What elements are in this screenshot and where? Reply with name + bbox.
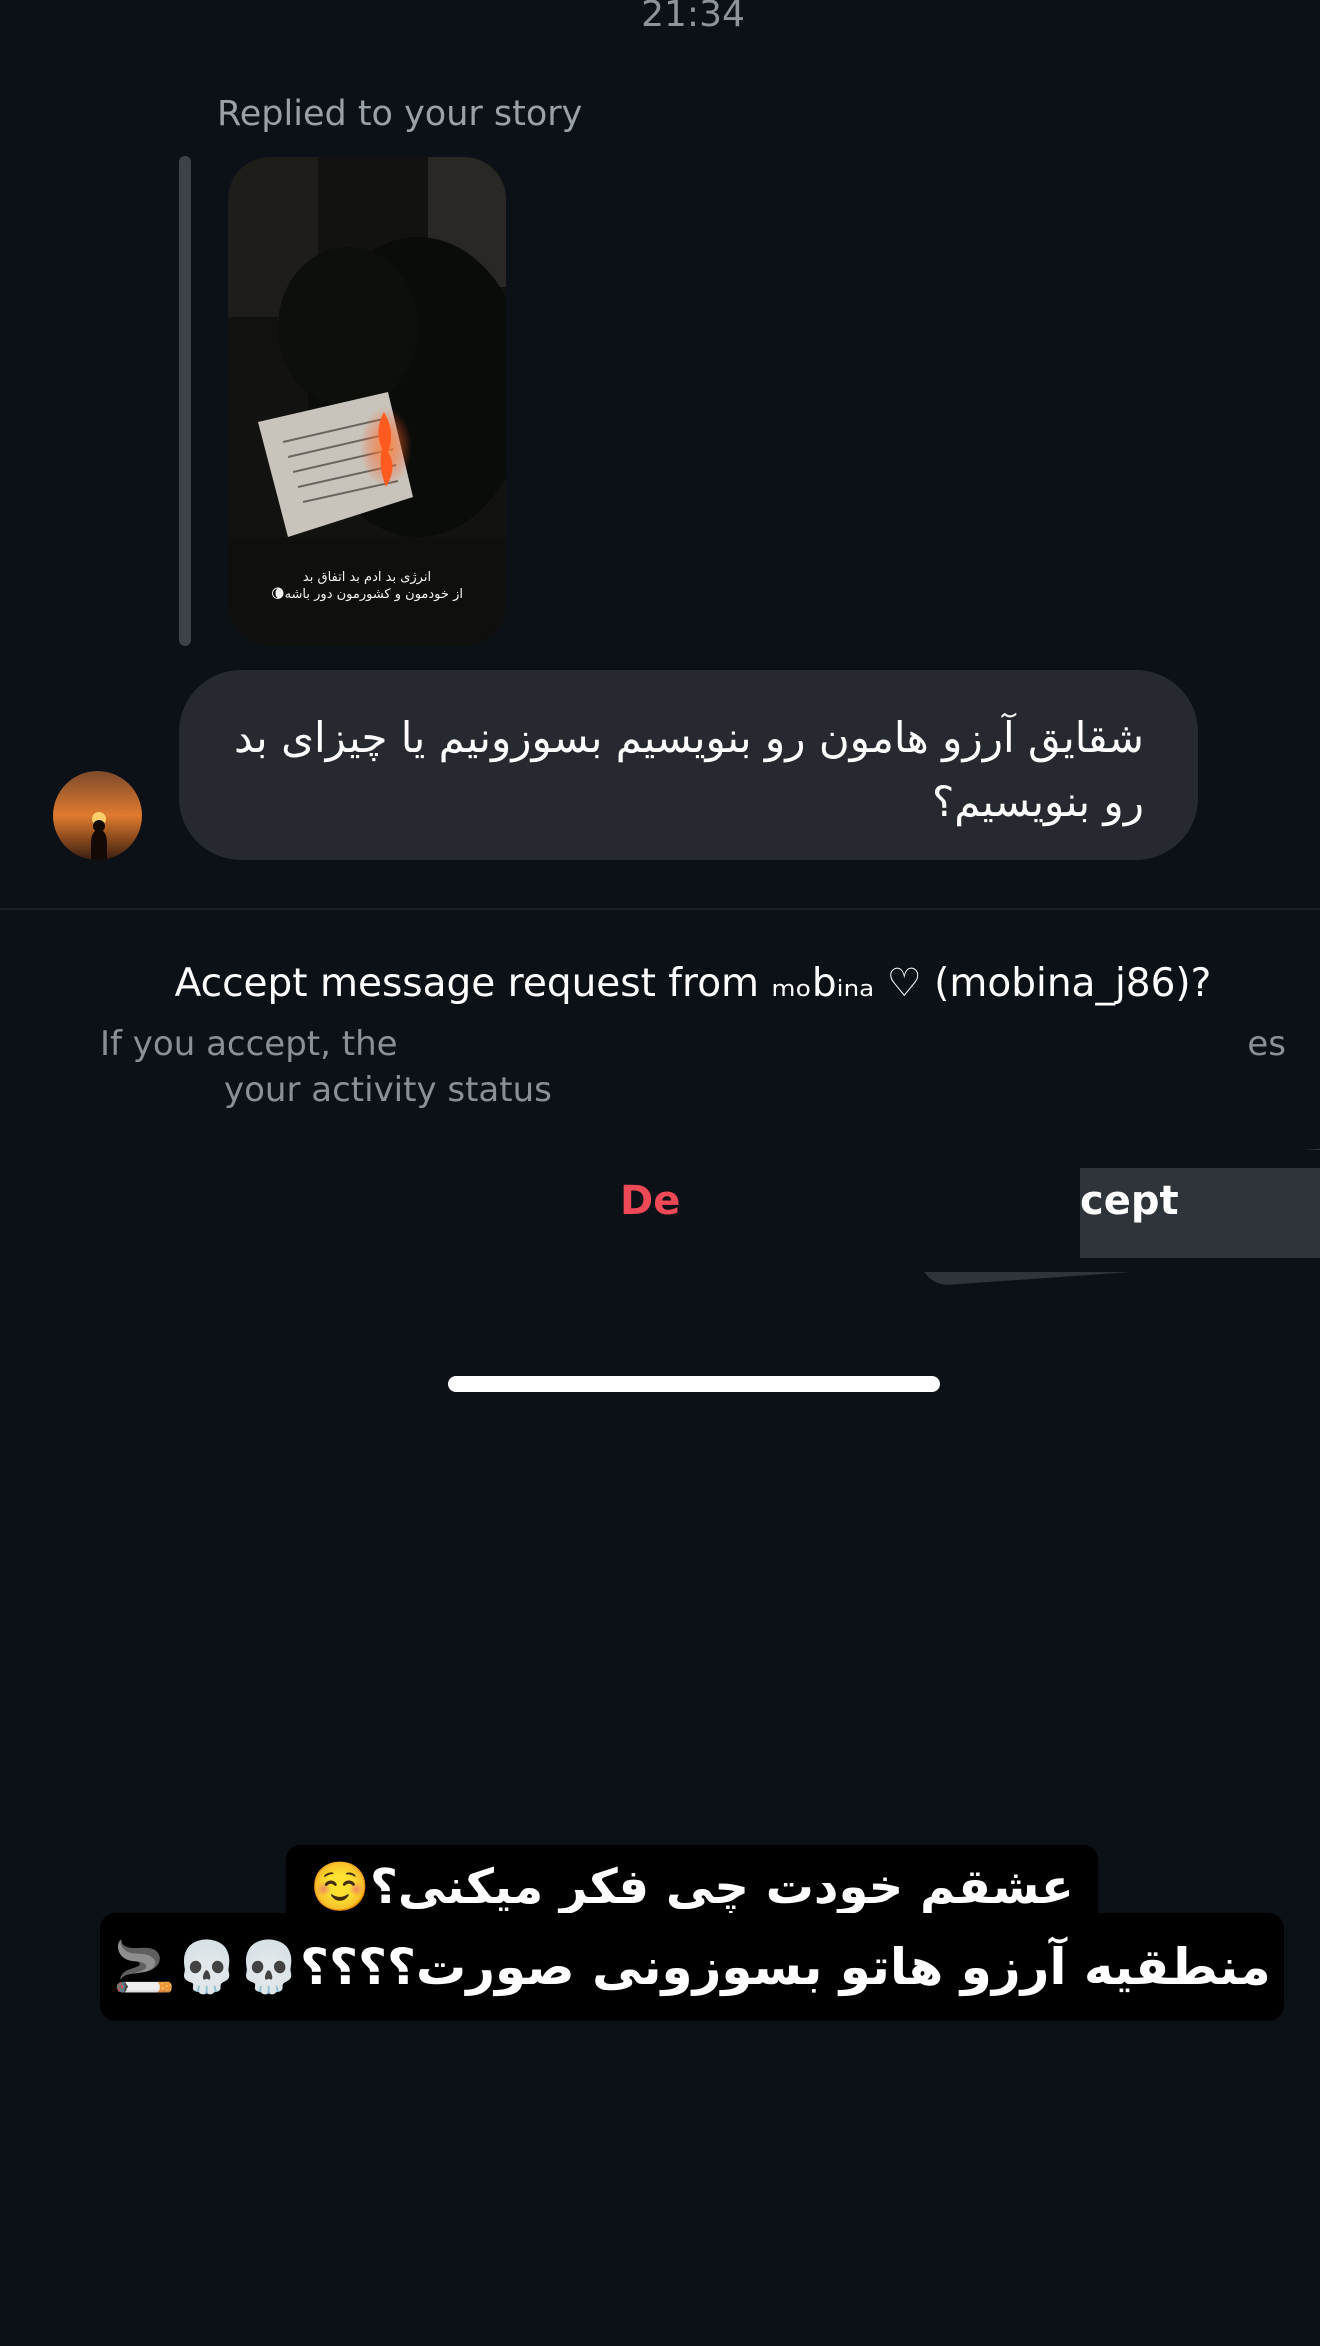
request-desc-line-1: If you accept, the	[100, 1024, 398, 1064]
request-desc-line-2: your activity status	[224, 1070, 552, 1110]
redacted-overlay	[560, 1050, 1250, 1110]
message-text: شقایق آرزو هامون رو بنویسیم بسوزونیم یا …	[234, 713, 1144, 826]
reply-indicator-bar	[179, 156, 191, 646]
home-indicator[interactable]	[448, 1376, 940, 1392]
redacted-overlay	[680, 1150, 1080, 1270]
story-thumbnail[interactable]: انرژی بد ادم بد اتفاق بد از خودمون و کشو…	[228, 157, 506, 646]
chat-screen: 21:34 Replied to your story انرژی بد ادم…	[0, 0, 1320, 2346]
story-caption-line-1: انرژی بد ادم بد اتفاق بد	[302, 570, 432, 585]
redacted-overlay	[880, 1258, 1320, 1272]
overlay-caption-line-1: عشقم خودت چی فکر میکنی؟☺️	[286, 1845, 1098, 1921]
request-actions: Delete cept	[0, 1143, 1320, 1287]
story-caption-line-2: از خودمون و کشورمون دور باشه🌘	[271, 587, 463, 602]
story-caption: انرژی بد ادم بد اتفاق بد از خودمون و کشو…	[228, 569, 506, 603]
message-bubble[interactable]: شقایق آرزو هامون رو بنویسیم بسوزونیم یا …	[179, 670, 1198, 860]
redacted-overlay	[900, 1150, 1320, 1168]
message-timestamp: 21:34	[641, 0, 745, 35]
request-desc-line-1-end: es	[1247, 1024, 1286, 1064]
accept-button-label: cept	[1080, 1178, 1179, 1224]
overlay-caption-line-2: منطقیه آرزو هاتو بسوزونی صورت؟؟؟؟💀💀🚬	[100, 1913, 1284, 2021]
avatar[interactable]	[53, 771, 142, 860]
message-request-title: Accept message request from ₘₒbᵢₙₐ ♡ (mo…	[174, 961, 1212, 1006]
avatar-image	[53, 771, 142, 860]
replied-to-story-label: Replied to your story	[217, 94, 583, 134]
section-divider	[0, 908, 1320, 910]
